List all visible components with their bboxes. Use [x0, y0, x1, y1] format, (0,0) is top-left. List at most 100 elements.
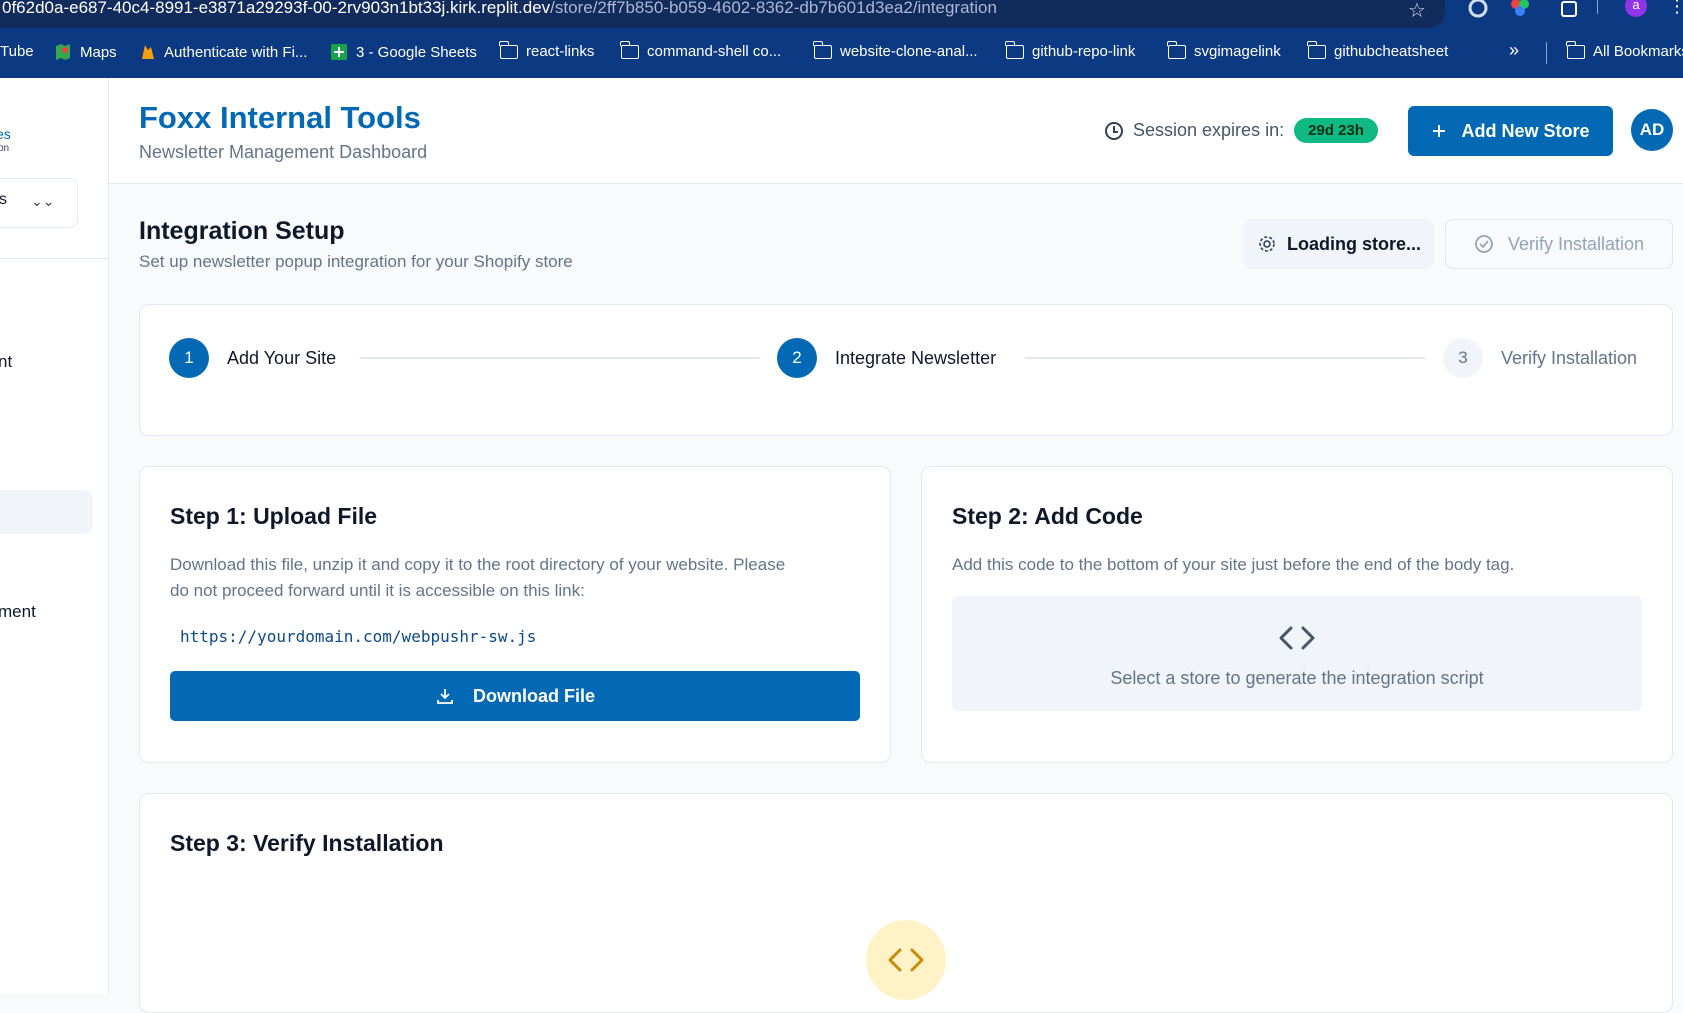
step1-description: Download this file, unzip it and copy it… — [170, 552, 785, 604]
app-header: Foxx Internal Tools Newsletter Managemen… — [109, 78, 1683, 184]
page-subtitle: Set up newsletter popup integration for … — [139, 252, 573, 271]
all-bookmarks[interactable]: All Bookmarks — [1566, 40, 1683, 60]
session-timer: Session expires in: 29d 23h — [1105, 118, 1378, 143]
sidebar-brand-sub: on — [0, 143, 10, 154]
step1-desc-line: Download this file, unzip it and copy it… — [170, 555, 786, 574]
browser-toolbar: 0f62d0a-e687-40c4-8991-e3871a29293f-00-2… — [0, 0, 1683, 28]
extension-circle-icon[interactable] — [1466, 0, 1490, 20]
bookmark-folder[interactable]: svgimagelink — [1167, 40, 1281, 60]
bookmark-folder[interactable]: website-clone-anal... — [813, 40, 978, 60]
bookmark-google-sheets[interactable]: 3 - Google Sheets — [330, 43, 477, 61]
sidebar-brand: es — [0, 126, 11, 142]
bookmark-label: command-shell co... — [647, 43, 782, 60]
integration-script-box: Select a store to generate the integrati… — [952, 596, 1642, 711]
chevron-down-icon: ⌄⌄ — [31, 193, 55, 209]
firebase-icon — [142, 45, 154, 59]
step1-desc-line: do not proceed forward until it is acces… — [170, 581, 585, 600]
sidebar-item[interactable]: ment — [0, 602, 36, 622]
url-path: /store/2ff7b850-b059-4602-8362-db7b601d3… — [550, 0, 997, 17]
service-worker-link[interactable]: https://yourdomain.com/webpushr-sw.js — [180, 627, 536, 646]
url-host: 0f62d0a-e687-40c4-8991-e3871a29293f-00-2… — [2, 0, 551, 17]
bookmark-folder[interactable]: command-shell co... — [620, 40, 782, 60]
extensions-puzzle-icon[interactable] — [1558, 0, 1582, 20]
loading-store-button[interactable]: Loading store... — [1244, 219, 1434, 269]
bookmark-youtube[interactable]: Tube — [0, 43, 34, 60]
browser-menu-icon[interactable]: ⋮ — [1668, 0, 1683, 17]
step3-title: Step 3: Verify Installation — [170, 830, 444, 856]
bookmarks-divider — [1546, 42, 1547, 64]
bookmark-label: react-links — [526, 43, 595, 60]
stepper-connector — [360, 357, 760, 359]
bookmark-label: svgimagelink — [1194, 43, 1281, 60]
code-icon — [888, 948, 924, 972]
page-title: Integration Setup — [139, 217, 345, 245]
bookmark-label: 3 - Google Sheets — [356, 43, 477, 61]
bookmark-label: All Bookmarks — [1593, 43, 1683, 60]
user-avatar[interactable]: AD — [1631, 109, 1673, 151]
code-icon — [1279, 626, 1315, 650]
folder-icon — [813, 40, 832, 59]
download-file-button[interactable]: Download File — [170, 671, 860, 721]
folder-icon — [1167, 40, 1186, 59]
sidebar: es on s ⌄⌄ nt ment — [0, 78, 109, 994]
toolbar-divider — [1597, 0, 1598, 14]
session-label: Session expires in: — [1133, 120, 1285, 140]
folder-icon — [1566, 40, 1585, 59]
bookmark-label: Authenticate with Fi... — [164, 43, 308, 61]
more-bookmarks-icon[interactable]: » — [1509, 40, 1519, 61]
clock-icon — [1105, 121, 1123, 140]
download-icon — [437, 689, 453, 704]
bookmark-star-icon[interactable]: ☆ — [1408, 0, 1426, 23]
check-circle-icon — [1475, 235, 1493, 253]
bookmark-authenticate[interactable]: Authenticate with Fi... — [140, 43, 307, 61]
bookmarks-bar: Tube Maps Authenticate with Fi... 3 - Go… — [0, 28, 1683, 78]
folder-icon — [1307, 40, 1326, 59]
stepper-step-2[interactable]: 2 Integrate Newsletter — [777, 338, 996, 378]
app-title: Foxx Internal Tools — [139, 100, 421, 135]
maps-icon — [56, 44, 70, 60]
bookmark-label: github-repo-link — [1032, 43, 1136, 60]
bookmark-maps[interactable]: Maps — [54, 43, 117, 61]
step-number: 3 — [1443, 338, 1483, 378]
step1-title: Step 1: Upload File — [170, 503, 378, 529]
bookmark-label: githubcheatsheet — [1334, 43, 1449, 60]
stepper-step-3[interactable]: 3 Verify Installation — [1443, 338, 1637, 378]
folder-icon — [1005, 40, 1024, 59]
profile-avatar[interactable]: a — [1625, 0, 1647, 17]
step-label: Verify Installation — [1501, 347, 1638, 368]
step-label: Add Your Site — [227, 347, 337, 368]
step-number: 1 — [169, 338, 209, 378]
sidebar-item[interactable]: nt — [0, 352, 12, 372]
verify-installation-label: Verify Installation — [1507, 233, 1645, 254]
verify-installation-button[interactable]: Verify Installation — [1445, 219, 1673, 269]
session-badge: 29d 23h — [1294, 118, 1378, 143]
step3-card: Step 3: Verify Installation — [139, 793, 1673, 1013]
step2-description: Add this code to the bottom of your site… — [952, 555, 1515, 574]
sheets-icon — [331, 44, 347, 60]
sidebar-item-active[interactable] — [0, 490, 93, 534]
add-store-label: Add New Store — [1461, 120, 1590, 141]
step-label: Integrate Newsletter — [835, 347, 997, 368]
stepper-step-1[interactable]: 1 Add Your Site — [169, 338, 336, 378]
app-subtitle: Newsletter Management Dashboard — [139, 142, 428, 162]
folder-icon — [499, 40, 518, 59]
store-selector-value: s — [0, 191, 7, 209]
add-new-store-button[interactable]: Add New Store — [1408, 106, 1613, 156]
step1-card: Step 1: Upload File Download this file, … — [139, 466, 891, 763]
stepper-connector — [1025, 357, 1425, 359]
bookmark-label: Maps — [80, 43, 117, 61]
bookmark-folder[interactable]: githubcheatsheet — [1307, 40, 1449, 60]
bookmark-folder[interactable]: github-repo-link — [1005, 40, 1136, 60]
address-bar[interactable]: 0f62d0a-e687-40c4-8991-e3871a29293f-00-2… — [0, 0, 1445, 28]
bookmark-folder[interactable]: react-links — [499, 40, 595, 60]
integration-script-placeholder: Select a store to generate the integrati… — [1110, 668, 1484, 688]
bookmark-label: Tube — [0, 43, 34, 60]
plus-icon — [1433, 125, 1446, 137]
sidebar-divider — [0, 258, 108, 259]
folder-icon — [620, 40, 639, 59]
store-selector[interactable]: s ⌄⌄ — [0, 178, 78, 228]
step2-title: Step 2: Add Code — [952, 503, 1143, 529]
progress-stepper: 1 Add Your Site 2 Integrate Newsletter 3… — [139, 304, 1673, 436]
color-extension-icon[interactable] — [1508, 0, 1532, 20]
step-number: 2 — [777, 338, 817, 378]
